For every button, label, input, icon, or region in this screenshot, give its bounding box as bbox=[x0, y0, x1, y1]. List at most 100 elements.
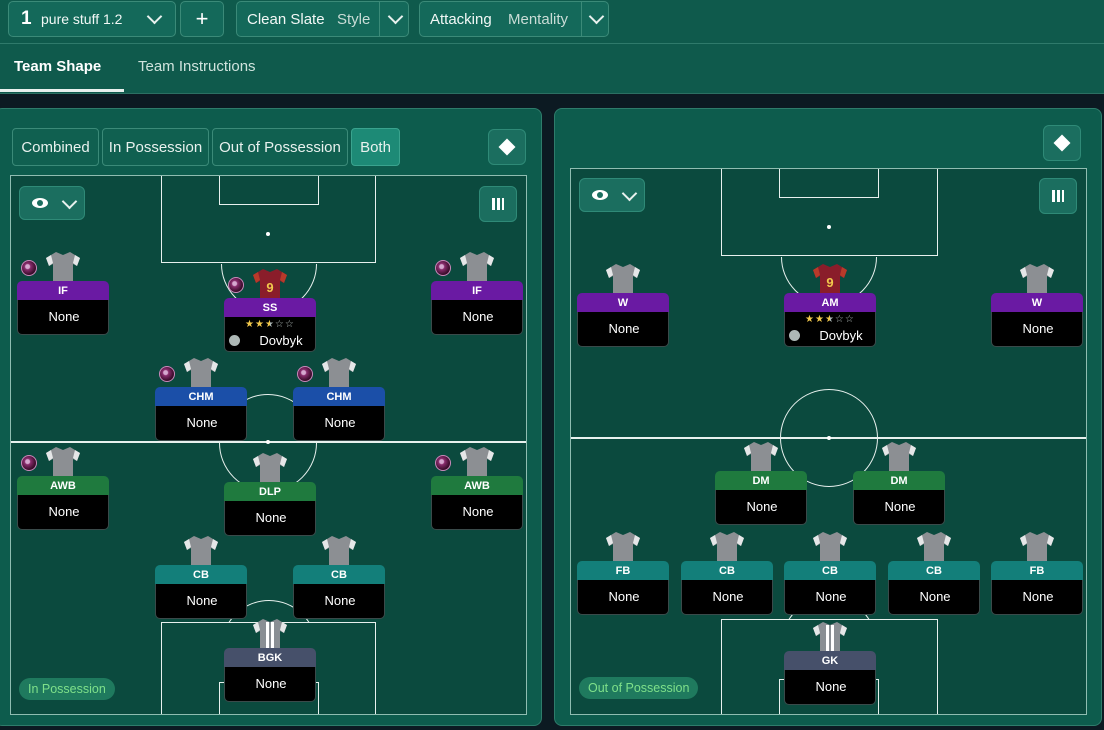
grid-view-button[interactable] bbox=[479, 186, 517, 222]
swap-icon bbox=[1053, 134, 1071, 152]
player-slot-am[interactable]: 9 AM ★★★☆☆ Dovbyk bbox=[784, 261, 876, 349]
view-mode-in-possession[interactable]: In Possession bbox=[102, 128, 209, 166]
player-slot-w[interactable]: W None bbox=[991, 261, 1083, 349]
pitch: IF None 9 SS ★★★☆☆ Dovbyk IF None CHM None CHM None… bbox=[10, 175, 527, 715]
player-name: None bbox=[884, 499, 916, 514]
tactic-toolbar: 1 pure stuff 1.2 + Clean Slate Style Att… bbox=[0, 0, 1104, 44]
pitch: W None 9 AM ★★★☆☆ Dovbyk W None DM None DM None FB No… bbox=[570, 168, 1087, 715]
mentality-selector[interactable]: Attacking Mentality bbox=[419, 1, 609, 37]
player-slot-cb[interactable]: CB None bbox=[293, 533, 385, 621]
player-name: Dovbyk bbox=[819, 328, 863, 343]
pitch-orientation-button[interactable] bbox=[488, 129, 526, 165]
active-tab-indicator bbox=[0, 89, 124, 92]
rating-stars: ★★★☆☆ bbox=[245, 319, 295, 330]
player-name: None bbox=[608, 321, 640, 336]
player-name: None bbox=[255, 510, 287, 525]
role-label: DM bbox=[715, 471, 807, 491]
player-name: None bbox=[919, 589, 951, 604]
player-slot-awb[interactable]: AWB None bbox=[17, 444, 109, 532]
tactic-tabs: Team Shape Team Instructions bbox=[0, 44, 1104, 94]
player-name: None bbox=[324, 415, 356, 430]
player-slot-cb[interactable]: CB None bbox=[681, 529, 773, 617]
player-slot-cb[interactable]: CB None bbox=[888, 529, 980, 617]
centre-spot bbox=[827, 436, 831, 440]
player-card: None bbox=[293, 406, 385, 441]
view-mode-both[interactable]: Both bbox=[351, 128, 400, 166]
role-label: AWB bbox=[17, 476, 109, 496]
player-slot-dm[interactable]: DM None bbox=[715, 439, 807, 527]
svg-text:9: 9 bbox=[826, 275, 833, 290]
tactic-selector[interactable]: 1 pure stuff 1.2 bbox=[8, 1, 176, 37]
role-label: SS bbox=[224, 298, 316, 318]
visibility-toggle[interactable] bbox=[579, 178, 645, 212]
mentality-value: Attacking bbox=[430, 11, 492, 28]
eye-icon bbox=[592, 190, 608, 200]
visibility-toggle[interactable] bbox=[19, 186, 85, 220]
six-yard-box bbox=[779, 169, 879, 198]
player-slot-cb[interactable]: CB None bbox=[784, 529, 876, 617]
player-slot-cb[interactable]: CB None bbox=[155, 533, 247, 621]
tab-team-instructions[interactable]: Team Instructions bbox=[138, 58, 256, 75]
style-selector[interactable]: Clean Slate Style bbox=[236, 1, 409, 37]
player-slot-if[interactable]: IF None bbox=[17, 249, 109, 337]
player-card: ★★★☆☆ Dovbyk bbox=[224, 317, 316, 352]
in-possession-panel: Combined In Possession Out of Possession… bbox=[0, 108, 542, 726]
player-slot-chm[interactable]: CHM None bbox=[155, 355, 247, 443]
player-slot-awb[interactable]: AWB None bbox=[431, 444, 523, 532]
svg-text:9: 9 bbox=[266, 280, 273, 295]
player-slot-dm[interactable]: DM None bbox=[853, 439, 945, 527]
add-tactic-button[interactable]: + bbox=[180, 1, 224, 37]
player-slot-chm[interactable]: CHM None bbox=[293, 355, 385, 443]
player-name: None bbox=[462, 504, 494, 519]
chevron-down-icon[interactable] bbox=[589, 11, 603, 25]
player-slot-fb[interactable]: FB None bbox=[577, 529, 669, 617]
player-card: None bbox=[577, 580, 669, 615]
swap-icon bbox=[498, 138, 516, 156]
player-slot-w[interactable]: W None bbox=[577, 261, 669, 349]
player-card: None bbox=[681, 580, 773, 615]
role-focus-icon bbox=[228, 277, 244, 293]
player-slot-bgk[interactable]: BGK None bbox=[224, 616, 316, 704]
player-card: None bbox=[715, 490, 807, 525]
view-mode-combined[interactable]: Combined bbox=[12, 128, 99, 166]
player-name: None bbox=[186, 415, 218, 430]
role-label: CB bbox=[155, 565, 247, 585]
role-focus-icon bbox=[21, 455, 37, 471]
player-name: None bbox=[1022, 589, 1054, 604]
player-name: None bbox=[48, 309, 80, 324]
role-label: BGK bbox=[224, 648, 316, 668]
divider bbox=[581, 1, 582, 37]
chevron-down-icon[interactable] bbox=[147, 11, 161, 25]
grid-view-button[interactable] bbox=[1039, 178, 1077, 214]
player-slot-ss[interactable]: 9 SS ★★★☆☆ Dovbyk bbox=[224, 266, 316, 354]
player-slot-gk[interactable]: GK None bbox=[784, 619, 876, 707]
player-name: None bbox=[324, 593, 356, 608]
player-card: None bbox=[155, 406, 247, 441]
role-label: AWB bbox=[431, 476, 523, 496]
chevron-down-icon[interactable] bbox=[388, 11, 402, 25]
player-card: None bbox=[224, 667, 316, 702]
style-label: Style bbox=[337, 11, 371, 28]
view-mode-out-of-possession[interactable]: Out of Possession bbox=[212, 128, 348, 166]
player-slot-dlp[interactable]: DLP None bbox=[224, 450, 316, 538]
mentality-label: Mentality bbox=[508, 11, 569, 28]
player-slot-if[interactable]: IF None bbox=[431, 249, 523, 337]
pitch-orientation-button[interactable] bbox=[1043, 125, 1081, 161]
grid-icon bbox=[492, 198, 504, 210]
player-slot-fb[interactable]: FB None bbox=[991, 529, 1083, 617]
role-focus-icon bbox=[297, 366, 313, 382]
player-card: None bbox=[784, 580, 876, 615]
eye-icon bbox=[32, 198, 48, 208]
tab-team-shape[interactable]: Team Shape bbox=[14, 58, 101, 75]
role-label: CHM bbox=[293, 387, 385, 407]
player-card: None bbox=[155, 584, 247, 619]
tactic-name: pure stuff 1.2 bbox=[41, 11, 123, 27]
role-label: CHM bbox=[155, 387, 247, 407]
role-label: DLP bbox=[224, 482, 316, 502]
player-card: ★★★☆☆ Dovbyk bbox=[784, 312, 876, 347]
chevron-down-icon bbox=[62, 196, 76, 210]
plus-icon: + bbox=[195, 6, 209, 31]
player-name: None bbox=[608, 589, 640, 604]
role-label: IF bbox=[17, 281, 109, 301]
role-label: W bbox=[991, 293, 1083, 313]
